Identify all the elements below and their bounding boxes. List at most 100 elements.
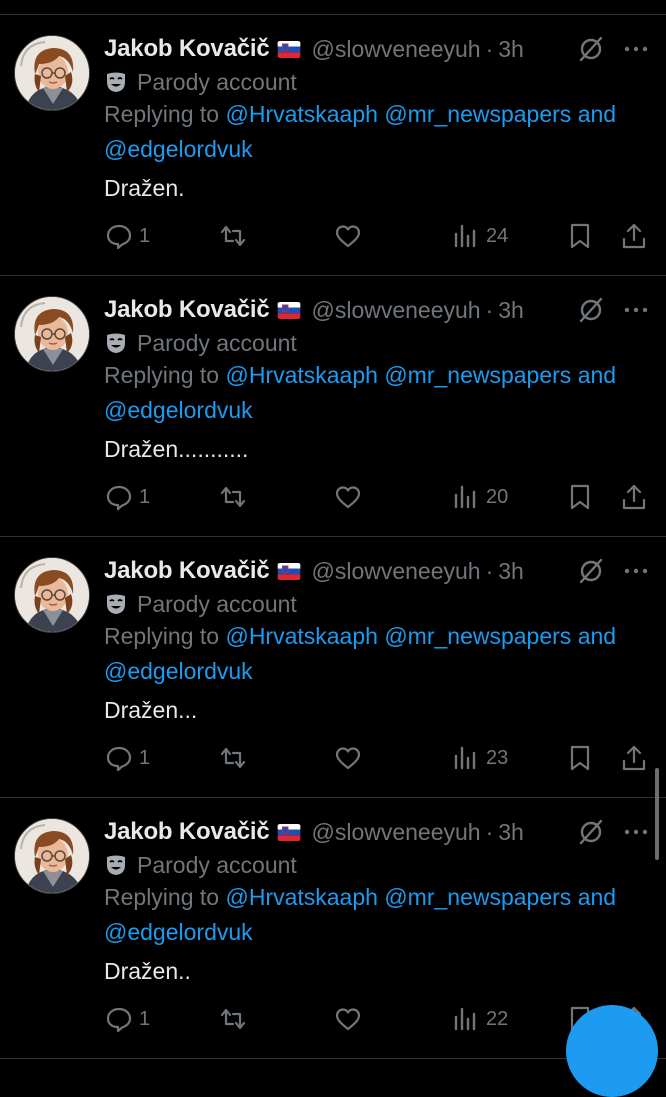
comment-icon [106,485,132,511]
user-handle[interactable]: @slowveneeyuh [311,819,480,846]
mention-link[interactable]: @mr_newspapers [384,101,571,127]
reply-count: 1 [139,746,151,769]
mention-link[interactable]: @mr_newspapers [384,362,571,388]
views-button[interactable]: 22 [452,1004,508,1034]
parody-label: Parody account [104,849,297,881]
like-button[interactable] [334,482,362,512]
repost-icon [220,1008,246,1030]
share-button[interactable] [620,743,648,773]
more-icon[interactable] [622,557,650,585]
avatar[interactable] [14,35,90,111]
repost-button[interactable] [219,482,247,512]
grok-icon[interactable] [577,557,605,585]
mention-link[interactable]: @Hrvatskaaph [225,884,377,910]
like-button[interactable] [334,743,362,773]
view-count: 23 [486,746,509,769]
user-handle[interactable]: @slowveneeyuh [311,36,480,63]
mention-link[interactable]: @edgelordvuk [104,397,253,423]
user-handle[interactable]: @slowveneeyuh [311,558,480,585]
like-button[interactable] [334,1004,362,1034]
replying-prefix: Replying to [104,884,220,910]
grok-icon[interactable] [577,296,605,324]
views-button[interactable]: 24 [452,221,508,251]
parody-label: Parody account [104,588,297,620]
slovenia-flag-icon [277,562,301,580]
avatar[interactable] [14,557,90,633]
replying-prefix: Replying to [104,362,220,388]
tweet[interactable]: Jakob Kovačič @slowveneeyuh · 3h Parody … [0,798,666,1059]
mention-link[interactable]: @Hrvatskaaph [225,362,377,388]
and-text: and [577,101,617,127]
avatar[interactable] [14,818,90,894]
replying-to: Replying to @Hrvatskaaph @mr_newspapers … [104,97,644,167]
tweet[interactable]: Jakob Kovačič @slowveneeyuh · 3h Parody … [0,15,666,276]
mention-link[interactable]: @Hrvatskaaph [225,101,377,127]
scrollbar[interactable] [655,768,659,860]
share-icon [622,223,646,249]
mention-link[interactable]: @Hrvatskaaph [225,623,377,649]
mention-link[interactable]: @edgelordvuk [104,919,253,945]
parody-text: Parody account [137,329,297,356]
tweet-header: Jakob Kovačič @slowveneeyuh · 3h [104,293,524,327]
like-button[interactable] [334,221,362,251]
slovenia-flag-icon [277,823,301,841]
views-icon [454,1007,476,1031]
share-button[interactable] [620,221,648,251]
comment-icon [106,224,132,250]
compose-button[interactable] [566,1005,658,1097]
grok-icon[interactable] [577,35,605,63]
bookmark-button[interactable] [566,743,594,773]
timestamp[interactable]: 3h [498,297,524,324]
display-name[interactable]: Jakob Kovačič [104,35,270,63]
views-button[interactable]: 20 [452,482,508,512]
more-icon[interactable] [622,818,650,846]
mention-link[interactable]: @mr_newspapers [384,623,571,649]
reply-button[interactable]: 1 [105,221,150,251]
more-icon[interactable] [622,35,650,63]
more-icon[interactable] [622,296,650,324]
views-button[interactable]: 23 [452,743,508,773]
avatar[interactable] [14,296,90,372]
display-name[interactable]: Jakob Kovačič [104,296,270,324]
heart-icon [335,747,361,770]
tweet[interactable]: Jakob Kovačič @slowveneeyuh · 3h Parody … [0,537,666,798]
grok-icon[interactable] [577,818,605,846]
replying-to: Replying to @Hrvatskaaph @mr_newspapers … [104,880,644,950]
parody-text: Parody account [137,851,297,878]
reply-button[interactable]: 1 [105,1004,150,1034]
bookmark-button[interactable] [566,221,594,251]
repost-button[interactable] [219,1004,247,1034]
repost-button[interactable] [219,743,247,773]
bookmark-button[interactable] [566,482,594,512]
timestamp[interactable]: 3h [498,819,524,846]
heart-icon [335,1008,361,1031]
share-icon [622,745,646,771]
reply-button[interactable]: 1 [105,743,150,773]
view-count: 24 [486,224,509,247]
timestamp[interactable]: 3h [498,558,524,585]
mask-icon [107,333,125,353]
tweet-text: Dražen.. [104,958,191,984]
tweet-header: Jakob Kovačič @slowveneeyuh · 3h [104,554,524,588]
mask-icon [107,72,125,92]
separator-dot: · [485,296,494,323]
repost-button[interactable] [219,221,247,251]
replying-prefix: Replying to [104,101,220,127]
parody-text: Parody account [137,68,297,95]
bookmark-icon [570,223,590,249]
user-handle[interactable]: @slowveneeyuh [311,297,480,324]
display-name[interactable]: Jakob Kovačič [104,557,270,585]
tweet[interactable]: Jakob Kovačič @slowveneeyuh · 3h Parody … [0,276,666,537]
timestamp[interactable]: 3h [498,36,524,63]
comment-icon [106,1007,132,1033]
tweet-header: Jakob Kovačič @slowveneeyuh · 3h [104,32,524,66]
reply-count: 1 [139,485,151,508]
share-button[interactable] [620,482,648,512]
replying-prefix: Replying to [104,623,220,649]
parody-label: Parody account [104,66,297,98]
mention-link[interactable]: @mr_newspapers [384,884,571,910]
reply-button[interactable]: 1 [105,482,150,512]
mention-link[interactable]: @edgelordvuk [104,658,253,684]
mention-link[interactable]: @edgelordvuk [104,136,253,162]
display-name[interactable]: Jakob Kovačič [104,818,270,846]
